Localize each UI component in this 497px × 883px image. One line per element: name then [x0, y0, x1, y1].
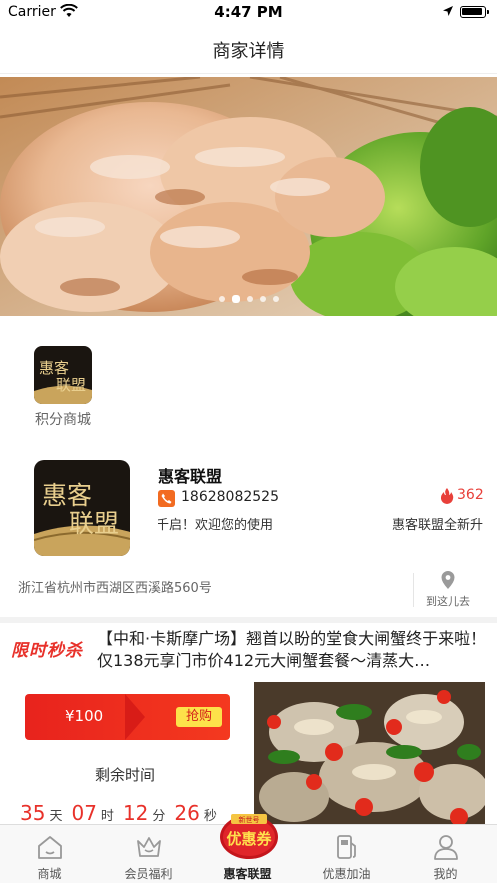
flash-sale-tag: 限时秒杀	[11, 641, 83, 661]
marquee-text-right: 惠客联盟全新升	[392, 518, 484, 533]
countdown-hours-unit: 时	[100, 809, 114, 824]
coupon-card[interactable]: ¥100 抢购	[25, 694, 230, 740]
svg-text:联盟: 联盟	[56, 376, 86, 394]
tab-label: 惠客联盟	[223, 867, 272, 881]
countdown-hours: 07	[71, 801, 97, 825]
phone-icon[interactable]	[158, 490, 175, 507]
page-title: 商家详情	[212, 41, 285, 62]
location-arrow-icon	[443, 6, 453, 16]
fuel-pump-icon	[337, 835, 356, 859]
coupon-price: ¥100	[65, 707, 104, 725]
carousel-dot[interactable]	[259, 296, 266, 302]
fire-icon	[440, 488, 454, 504]
tab-mine[interactable]: 我的	[396, 825, 495, 883]
carousel-dot[interactable]	[272, 296, 279, 302]
map-pin-icon[interactable]	[441, 571, 455, 589]
navigate-button[interactable]: 到这儿去	[426, 593, 470, 609]
carousel-indicator[interactable]	[0, 295, 497, 306]
tab-label: 优惠加油	[322, 867, 371, 881]
huike-logo: 惠客 联盟	[34, 346, 92, 404]
carousel-dot[interactable]	[246, 296, 253, 302]
svg-text:新世号: 新世号	[239, 815, 260, 824]
shop-logo: 惠客 联盟	[34, 460, 130, 556]
svg-text:惠客: 惠客	[39, 359, 69, 377]
address-row: 浙江省杭州市西湖区西溪路560号 到这儿去	[0, 565, 497, 615]
coupon-badge-icon[interactable]: 新世号 优惠券	[219, 810, 279, 860]
countdown-seconds-unit: 秒	[203, 809, 217, 824]
shortcut-label: 积分商城	[35, 412, 91, 428]
divider	[413, 573, 414, 607]
remaining-time-label: 剩余时间	[95, 766, 156, 784]
tab-mall[interactable]: 商城	[0, 825, 99, 883]
countdown-timer: 35 天 07 时 12 分 26 秒	[20, 801, 226, 825]
tab-label: 我的	[433, 867, 458, 881]
svg-text:惠客: 惠客	[42, 481, 92, 510]
crown-icon	[137, 837, 161, 857]
food-photo	[0, 77, 497, 316]
tab-member-benefits[interactable]: 会员福利	[99, 825, 198, 883]
svg-text:联盟: 联盟	[69, 509, 119, 538]
coupon-arrow-decor	[125, 694, 145, 740]
countdown-days-unit: 天	[49, 809, 63, 824]
section-divider	[0, 617, 497, 623]
banner-carousel[interactable]	[0, 77, 497, 316]
carousel-dot[interactable]	[218, 296, 225, 302]
shop-name: 惠客联盟	[158, 467, 223, 486]
marquee-text-left: 千启！欢迎您的使用	[158, 518, 274, 533]
status-bar: Carrier 4:47 PM	[0, 0, 497, 26]
user-icon	[434, 835, 458, 860]
navigation-bar: 商家详情	[0, 26, 497, 74]
hot-count: 362	[457, 487, 484, 503]
countdown-days: 35	[20, 801, 46, 825]
tab-label: 商城	[37, 867, 62, 881]
tab-label: 会员福利	[124, 867, 173, 881]
deal-photo[interactable]	[254, 682, 485, 824]
grab-button[interactable]: 抢购	[176, 707, 222, 727]
svg-text:优惠券: 优惠券	[226, 830, 272, 848]
status-time: 4:47 PM	[214, 3, 283, 21]
home-icon	[38, 836, 62, 859]
notice-marquee: 千启！欢迎您的使用 惠客联盟全新升	[158, 514, 497, 534]
deal-title[interactable]: 【中和·卡斯摩广场】翘首以盼的堂食大闸蟹终于来啦！仅138元享门市价412元大闸…	[97, 628, 489, 672]
countdown-minutes: 12	[122, 801, 149, 825]
battery-icon	[460, 6, 489, 18]
countdown-minutes-unit: 分	[152, 809, 166, 824]
carousel-dot-active[interactable]	[231, 295, 240, 303]
countdown-seconds: 26	[174, 801, 200, 825]
shop-address: 浙江省杭州市西湖区西溪路560号	[18, 581, 212, 596]
points-mall-shortcut[interactable]: 惠客 联盟 积分商城	[28, 346, 98, 430]
shop-phone[interactable]: 18628082525	[181, 489, 279, 505]
tab-fuel-discount[interactable]: 优惠加油	[297, 825, 396, 883]
